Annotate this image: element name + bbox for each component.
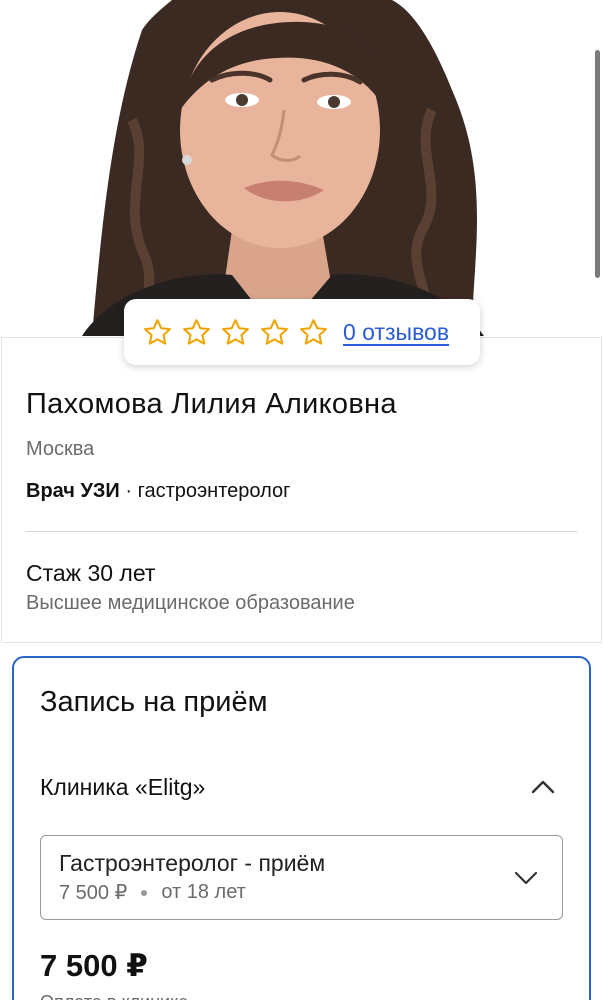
doctor-city: Москва	[26, 438, 95, 460]
specialty-secondary: · гастроэнтеролог	[119, 480, 291, 502]
doctor-specialty: Врач УЗИ · гастроэнтеролог	[26, 480, 290, 503]
star-empty-icon	[144, 318, 171, 345]
service-name: Гастроэнтеролог - приём	[59, 850, 326, 876]
separator-dot	[141, 889, 148, 896]
rating-stars	[142, 317, 329, 348]
rating-summary: 0 отзывов	[124, 299, 480, 365]
clinic-name: Клиника «Elitg»	[40, 773, 206, 800]
star-empty-icon	[183, 318, 210, 345]
doctor-education: Высшее медицинское образование	[26, 592, 355, 614]
doctor-photo	[72, 0, 492, 336]
doctor-experience: Стаж 30 лет	[26, 560, 156, 586]
service-select[interactable]: Гастроэнтеролог - приём 7 500 ₽ от 18 ле…	[40, 835, 563, 920]
doctor-name: Пахомова Лилия Аликовна	[26, 388, 397, 420]
doctor-profile-page: 0 отзывов Пахомова Лилия Аликовна Москва…	[0, 0, 603, 1000]
service-age: от 18 лет	[161, 881, 246, 903]
reviews-link[interactable]: 0 отзывов	[343, 319, 449, 346]
clinic-accordion-header[interactable]: Клиника «Elitg»	[40, 772, 560, 802]
specialty-primary: Врач УЗИ	[26, 480, 120, 502]
chevron-down-icon[interactable]	[514, 871, 538, 885]
service-price: 7 500 ₽	[59, 882, 128, 904]
info-divider	[26, 531, 577, 532]
page-scrollbar[interactable]	[595, 50, 600, 278]
payment-note: Оплата в клинике	[40, 992, 188, 1000]
service-meta: 7 500 ₽ от 18 лет	[59, 880, 246, 905]
chevron-up-icon[interactable]	[530, 779, 556, 795]
booking-title: Запись на приём	[40, 686, 268, 718]
total-price: 7 500 ₽	[40, 948, 148, 983]
doctor-portrait-photo	[72, 0, 492, 336]
star-empty-icon	[300, 318, 327, 345]
star-empty-icon	[261, 318, 288, 345]
star-empty-icon	[222, 318, 249, 345]
